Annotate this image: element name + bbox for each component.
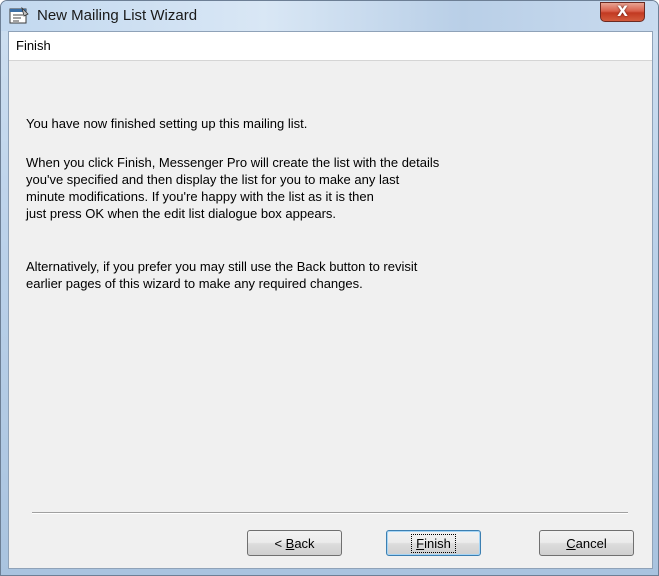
wizard-client-area: Finish You have now finished setting up … xyxy=(8,31,653,569)
wizard-window: New Mailing List Wizard X Finish You hav… xyxy=(0,0,659,576)
finish-message: You have now finished setting up this ma… xyxy=(26,116,308,131)
finish-button[interactable]: Finish xyxy=(386,530,481,556)
finish-details: When you click Finish, Messenger Pro wil… xyxy=(26,155,440,221)
window-title: New Mailing List Wizard xyxy=(37,7,198,24)
button-separator xyxy=(32,512,628,514)
cancel-button-label: Cancel xyxy=(566,535,607,551)
title-bar[interactable]: New Mailing List Wizard X xyxy=(1,1,658,31)
back-button-label: < Back xyxy=(274,535,315,551)
back-hint: Alternatively, if you prefer you may sti… xyxy=(26,259,418,291)
close-button[interactable]: X xyxy=(600,2,645,22)
page-title: Finish xyxy=(16,38,51,53)
cancel-button[interactable]: Cancel xyxy=(539,530,634,556)
finish-button-label: Finish xyxy=(411,533,456,553)
wizard-icon xyxy=(9,7,29,24)
back-button[interactable]: < Back xyxy=(247,530,342,556)
close-icon: X xyxy=(617,4,628,20)
wizard-header: Finish xyxy=(9,32,652,61)
